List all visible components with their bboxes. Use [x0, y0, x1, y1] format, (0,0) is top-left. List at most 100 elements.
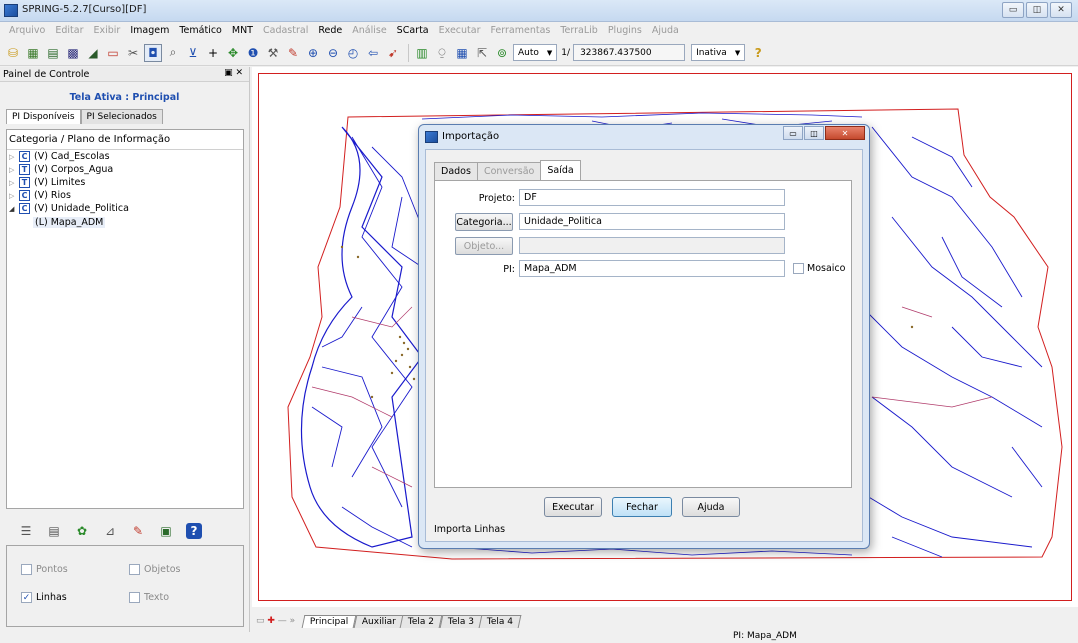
checkbox-box[interactable]: [21, 564, 32, 575]
executar-button[interactable]: Executar: [544, 497, 602, 517]
help-icon[interactable]: ?: [186, 523, 202, 539]
tree-item-mapa-adm[interactable]: (L) Mapa_ADM: [7, 215, 243, 229]
dialog-minimize-button[interactable]: ▭: [783, 126, 803, 140]
checkmark-icon[interactable]: ✓: [21, 592, 32, 603]
tab-pi-disponiveis[interactable]: PI Disponíveis: [6, 109, 81, 124]
menu-analise[interactable]: Análise: [347, 25, 391, 36]
menu-mnt[interactable]: MNT: [227, 25, 258, 36]
categoria-field[interactable]: Unidade_Politica: [519, 213, 785, 230]
model-icon[interactable]: ▦: [24, 44, 42, 62]
panel-controls[interactable]: ▣ ✕: [224, 68, 243, 78]
expand-icon[interactable]: ▷: [9, 192, 19, 200]
categoria-button[interactable]: Categoria...: [455, 213, 513, 231]
tree-item-rios[interactable]: ▷ C (V) Rios: [7, 189, 243, 202]
tab-pi-selecionados[interactable]: PI Selecionados: [80, 109, 163, 124]
dialog-titlebar[interactable]: Importação ▭ ◫ ✕: [419, 125, 869, 149]
menu-scarta[interactable]: SCarta: [392, 25, 434, 36]
projeto-field[interactable]: DF: [519, 189, 785, 206]
draw-icon[interactable]: ◢: [84, 44, 102, 62]
table-icon[interactable]: ▤: [46, 523, 62, 539]
collapse-icon[interactable]: ◢: [9, 205, 19, 213]
tree-item-corpos-agua[interactable]: ▷ T (V) Corpos_Agua: [7, 163, 243, 176]
pontos-checkbox[interactable]: Pontos: [21, 564, 68, 575]
project-icon[interactable]: ▤: [44, 44, 62, 62]
help-icon[interactable]: ?: [749, 44, 767, 62]
back-icon[interactable]: ⇦: [364, 44, 382, 62]
zoom-mode-select[interactable]: Auto ▼: [513, 44, 558, 61]
tree-item-unidade-politica[interactable]: ◢ C (V) Unidade_Politica: [7, 202, 243, 215]
ajuda-button[interactable]: Ajuda: [682, 497, 740, 517]
zoom-box-icon[interactable]: ◘: [144, 43, 162, 62]
menu-ajuda[interactable]: Ajuda: [647, 25, 684, 36]
dialog-close-button[interactable]: ✕: [825, 126, 865, 140]
tree-item-cad-escolas[interactable]: ▷ C (V) Cad_Escolas: [7, 150, 243, 163]
objeto-field[interactable]: [519, 237, 785, 254]
zoom-prev-icon[interactable]: ◴: [344, 44, 362, 62]
menu-ferramentas[interactable]: Ferramentas: [485, 25, 555, 36]
window-icon[interactable]: ▭: [104, 44, 122, 62]
plan-icon[interactable]: ⊻: [184, 44, 202, 62]
database-icon[interactable]: ⛁: [4, 44, 22, 62]
zoom-area-icon[interactable]: ⍜: [433, 44, 451, 62]
minimize-button[interactable]: ▭: [1002, 2, 1024, 18]
edit-icon[interactable]: ✎: [284, 44, 302, 62]
list-icon[interactable]: ☰: [18, 523, 34, 539]
fechar-button[interactable]: Fechar: [612, 497, 672, 517]
display-icon[interactable]: ▥: [413, 44, 431, 62]
scale-input[interactable]: 323867.437500: [573, 44, 686, 61]
maximize-button[interactable]: ◫: [1026, 2, 1048, 18]
texto-checkbox[interactable]: Texto: [129, 592, 169, 603]
mosaico-checkbox[interactable]: Mosaico: [793, 263, 845, 274]
menu-rede[interactable]: Rede: [313, 25, 347, 36]
menu-terralib[interactable]: TerraLib: [555, 25, 602, 36]
zoom-out-icon[interactable]: ⊖: [324, 44, 342, 62]
info-icon[interactable]: ❶: [244, 44, 262, 62]
menu-plugins[interactable]: Plugins: [603, 25, 647, 36]
cursor-icon[interactable]: ➹: [384, 44, 402, 62]
dialog-maximize-button[interactable]: ◫: [804, 126, 824, 140]
checkbox-box[interactable]: [129, 564, 140, 575]
menu-arquivo[interactable]: Arquivo: [4, 25, 50, 36]
color-icon[interactable]: ✿: [74, 523, 90, 539]
tool-icon[interactable]: ⚒: [264, 44, 282, 62]
grid-icon[interactable]: ▩: [64, 44, 82, 62]
coord-icon[interactable]: ⇱: [473, 44, 491, 62]
tab-principal[interactable]: Principal: [301, 615, 357, 628]
objetos-checkbox[interactable]: Objetos: [129, 564, 180, 575]
tab-tela-2[interactable]: Tela 2: [400, 615, 443, 628]
menu-cadastral[interactable]: Cadastral: [258, 25, 313, 36]
tab-nav-icons[interactable]: ▭ ✚ — »: [256, 616, 295, 626]
pi-field[interactable]: Mapa_ADM: [519, 260, 785, 277]
zoom-icon[interactable]: ⌕: [164, 44, 182, 62]
tab-tela-3[interactable]: Tela 3: [439, 615, 483, 628]
tab-auxiliar[interactable]: Auxiliar: [353, 615, 404, 628]
tab-tela-4[interactable]: Tela 4: [478, 615, 522, 628]
tab-saida[interactable]: Saída: [540, 160, 581, 180]
expand-icon[interactable]: ▷: [9, 166, 19, 174]
menu-executar[interactable]: Executar: [434, 25, 486, 36]
checkbox-box[interactable]: [129, 592, 140, 603]
tab-conversao[interactable]: Conversão: [476, 162, 542, 180]
view-icon[interactable]: ▣: [158, 523, 174, 539]
close-button[interactable]: ✕: [1050, 2, 1072, 18]
checkbox-box[interactable]: [793, 263, 804, 274]
expand-icon[interactable]: ▷: [9, 153, 19, 161]
table-icon[interactable]: ▦: [453, 44, 471, 62]
menu-exibir[interactable]: Exibir: [89, 25, 126, 36]
objeto-button[interactable]: Objeto...: [455, 237, 513, 255]
link-icon[interactable]: ⊚: [493, 44, 511, 62]
menu-imagem[interactable]: Imagem: [125, 25, 174, 36]
legend-icon[interactable]: ⊿: [102, 523, 118, 539]
linhas-checkbox[interactable]: ✓ Linhas: [21, 592, 67, 603]
pencil-icon[interactable]: ✎: [130, 523, 146, 539]
plus-icon[interactable]: +: [204, 44, 222, 62]
tab-dados[interactable]: Dados: [434, 162, 478, 180]
expand-icon[interactable]: ▷: [9, 179, 19, 187]
tree-item-limites[interactable]: ▷ T (V) Limites: [7, 176, 243, 189]
menu-editar[interactable]: Editar: [50, 25, 88, 36]
menu-tematico[interactable]: Temático: [174, 25, 227, 36]
pan-icon[interactable]: ✥: [224, 44, 242, 62]
zoom-in-icon[interactable]: ⊕: [304, 44, 322, 62]
scissors-icon[interactable]: ✂: [124, 44, 142, 62]
cursor-mode-select[interactable]: Inativa ▼: [691, 44, 746, 61]
